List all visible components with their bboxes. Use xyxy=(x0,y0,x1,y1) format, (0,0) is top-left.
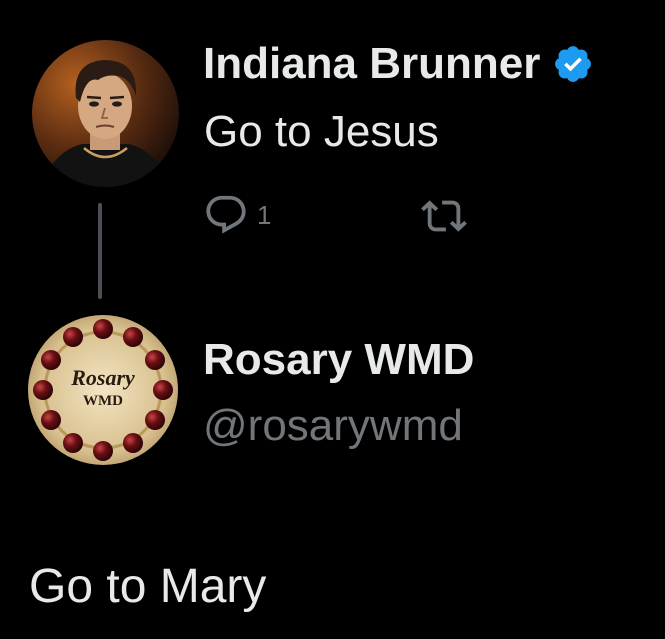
reply-author-avatar[interactable]: Rosary WMD xyxy=(28,315,178,465)
reply-bubble-icon xyxy=(206,195,246,234)
svg-text:WMD: WMD xyxy=(83,393,123,409)
verified-badge-icon xyxy=(555,46,592,82)
reply-count: 1 xyxy=(257,199,272,230)
reply-text: Go to Mary xyxy=(29,560,267,613)
reply-author-handle[interactable]: @rosarywmd xyxy=(203,404,463,448)
author-avatar[interactable] xyxy=(32,40,179,187)
svg-text:Rosary: Rosary xyxy=(70,365,135,390)
reply-author-display-name[interactable]: Rosary WMD xyxy=(203,338,474,382)
tweet-text: Go to Jesus xyxy=(204,107,439,156)
author-name-row[interactable]: Indiana Brunner xyxy=(203,42,594,86)
reply-author-name-row[interactable]: Rosary WMD xyxy=(203,338,474,382)
author-display-name[interactable]: Indiana Brunner xyxy=(203,42,540,86)
rosary-logo-avatar-icon: Rosary WMD xyxy=(28,315,178,465)
retweet-icon xyxy=(421,200,467,232)
cartoon-man-avatar-icon xyxy=(32,40,179,187)
reply-button[interactable]: 1 xyxy=(203,192,271,238)
thread-connector-line xyxy=(98,203,102,299)
retweet-button[interactable] xyxy=(421,193,467,239)
